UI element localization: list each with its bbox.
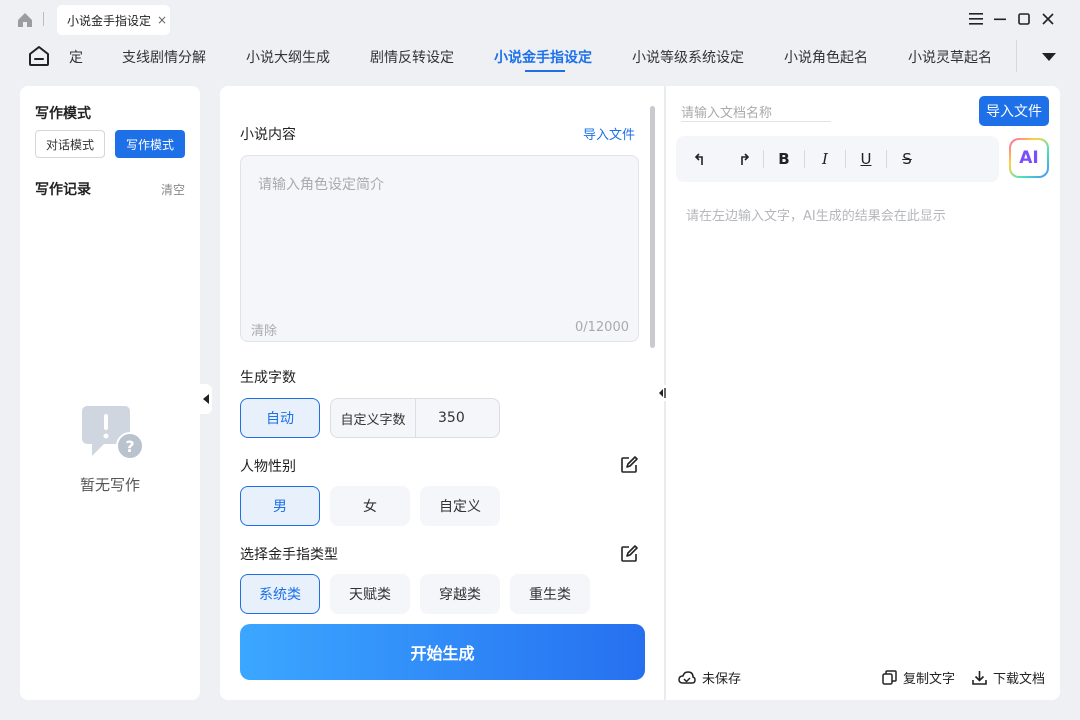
redo-icon[interactable]	[733, 149, 753, 169]
empty-state-text: 暂无写作	[79, 476, 140, 494]
copy-text-label: 复制文字	[903, 672, 956, 687]
underline-icon[interactable]: U	[856, 149, 876, 169]
custom-length-label[interactable]: 自定义字数	[331, 399, 416, 437]
custom-length-group: 自定义字数 350	[330, 398, 500, 438]
nav-divider	[1016, 40, 1017, 72]
maximize-icon[interactable]	[1014, 9, 1034, 29]
gender-custom-option[interactable]: 自定义	[420, 486, 500, 526]
download-label: 下载文档	[993, 672, 1046, 687]
save-status-text: 未保存	[702, 672, 742, 687]
tab-subplot[interactable]: 支线剧情分解	[122, 47, 206, 67]
title-bar: 小说金手指设定 ×	[0, 0, 1080, 38]
writing-mode-button[interactable]: 写作模式	[115, 130, 185, 158]
gender-male-option[interactable]: 男	[240, 486, 320, 526]
content-textarea[interactable]: 请输入角色设定简介 清除 0/12000	[240, 155, 639, 342]
feature-tabs: 定 支线剧情分解 小说大纲生成 剧情反转设定 小说金手指设定 小说等级系统设定 …	[0, 38, 1080, 76]
dialog-mode-button[interactable]: 对话模式	[35, 130, 105, 158]
undo-icon[interactable]	[691, 149, 711, 169]
gender-female-option[interactable]: 女	[330, 486, 410, 526]
copy-icon	[882, 670, 897, 685]
sidebar: 写作模式 对话模式 写作模式 写作记录 清空 ? 暂无写作	[20, 86, 200, 700]
ai-label: AI	[1011, 140, 1047, 176]
type-time-travel-option[interactable]: 穿越类	[420, 574, 500, 614]
menu-icon[interactable]	[966, 9, 986, 29]
tab-partial[interactable]: 定	[69, 47, 83, 67]
more-tabs-icon[interactable]	[1042, 53, 1056, 61]
close-icon[interactable]	[1038, 9, 1058, 29]
empty-state-icon: ?	[82, 406, 144, 460]
form-panel: 小说内容 导入文件 请输入角色设定简介 清除 0/12000 生成字数 自动 自…	[220, 86, 664, 700]
svg-text:?: ?	[125, 437, 134, 456]
form-scrollbar[interactable]	[650, 106, 655, 348]
content-label: 小说内容	[240, 127, 296, 143]
mode-title: 写作模式	[35, 106, 91, 122]
document-name-input[interactable]: 请输入文档名称	[681, 102, 831, 122]
tab-plot-twist[interactable]: 剧情反转设定	[370, 47, 454, 67]
format-toolbar: B I U S	[676, 136, 999, 182]
close-tab-icon[interactable]: ×	[157, 13, 167, 27]
minimize-icon[interactable]	[990, 9, 1010, 29]
char-count: 0/12000	[574, 320, 629, 335]
length-label: 生成字数	[240, 370, 296, 386]
type-rebirth-option[interactable]: 重生类	[510, 574, 590, 614]
home-outline-icon[interactable]	[27, 44, 51, 68]
type-system-option[interactable]: 系统类	[240, 574, 320, 614]
content-placeholder: 请输入角色设定简介	[258, 177, 384, 193]
italic-icon[interactable]: I	[815, 149, 835, 169]
type-talent-option[interactable]: 天赋类	[330, 574, 410, 614]
edit-type-icon[interactable]	[620, 545, 638, 563]
document-tab[interactable]: 小说金手指设定 ×	[57, 5, 170, 35]
bold-icon[interactable]: B	[774, 149, 794, 169]
editor-panel: 请输入文档名称 导入文件 B I U S AI 请在左边输入文字，AI生成的结果…	[666, 86, 1060, 700]
collapse-sidebar-handle[interactable]	[200, 384, 212, 414]
copy-text-button[interactable]: 复制文字	[882, 668, 955, 687]
toolbar-separator	[886, 150, 887, 168]
custom-length-input[interactable]: 350	[416, 399, 499, 437]
document-tab-title: 小说金手指设定	[67, 13, 152, 28]
download-icon	[972, 671, 987, 685]
active-tab-indicator	[525, 70, 565, 72]
result-placeholder: 请在左边输入文字，AI生成的结果会在此显示	[686, 209, 946, 224]
save-status: 未保存	[678, 668, 741, 687]
home-icon[interactable]	[16, 11, 34, 29]
toolbar-separator	[763, 150, 764, 168]
clear-records-button[interactable]: 清空	[161, 181, 185, 198]
tab-level-system[interactable]: 小说等级系统设定	[632, 47, 744, 67]
download-button[interactable]: 下载文档	[972, 668, 1045, 687]
edit-gender-icon[interactable]	[620, 456, 638, 474]
import-file-button[interactable]: 导入文件	[979, 96, 1049, 126]
tab-herb-name[interactable]: 小说灵草起名	[908, 47, 992, 67]
title-separator	[43, 12, 44, 26]
record-title: 写作记录	[35, 182, 91, 198]
ai-button[interactable]: AI	[1009, 138, 1049, 178]
toolbar-separator	[804, 150, 805, 168]
cloud-icon	[678, 670, 696, 684]
import-file-link[interactable]: 导入文件	[583, 124, 635, 143]
length-auto-option[interactable]: 自动	[240, 398, 320, 438]
tab-character-name[interactable]: 小说角色起名	[784, 47, 868, 67]
toolbar-separator	[845, 150, 846, 168]
generate-button[interactable]: 开始生成	[240, 624, 645, 680]
type-label: 选择金手指类型	[240, 547, 338, 563]
gender-label: 人物性别	[240, 459, 296, 475]
strikethrough-icon[interactable]: S	[897, 149, 917, 169]
tab-outline[interactable]: 小说大纲生成	[246, 47, 330, 67]
tab-golden-finger[interactable]: 小说金手指设定	[494, 47, 592, 67]
clear-content-button[interactable]: 清除	[251, 320, 277, 339]
